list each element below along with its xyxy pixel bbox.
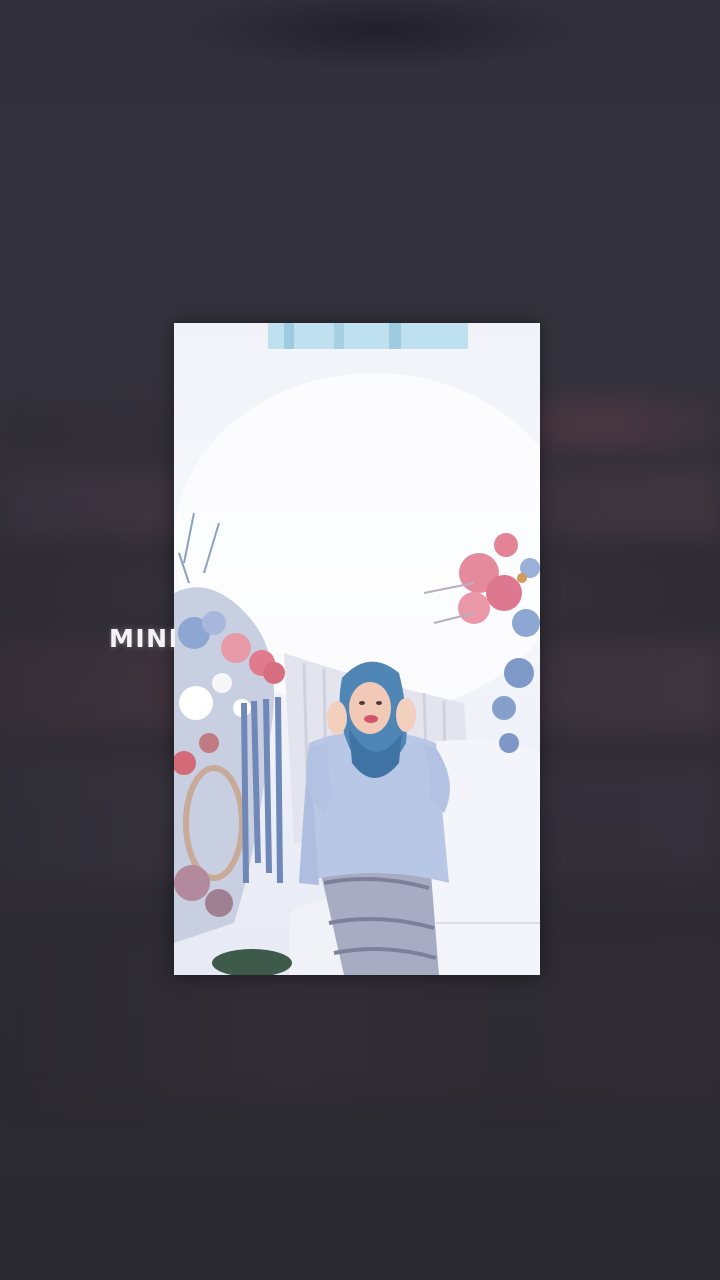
green-rug — [212, 949, 292, 975]
photo-frame[interactable] — [174, 323, 540, 975]
photo-illustration — [174, 323, 540, 975]
curtain-fold — [334, 323, 344, 349]
curtain-fold — [284, 323, 294, 349]
video-stage: MIND — [0, 0, 720, 1280]
overlay-caption: MIND — [109, 624, 175, 653]
curtain-strip — [268, 323, 468, 349]
curtain-fold — [389, 323, 401, 349]
